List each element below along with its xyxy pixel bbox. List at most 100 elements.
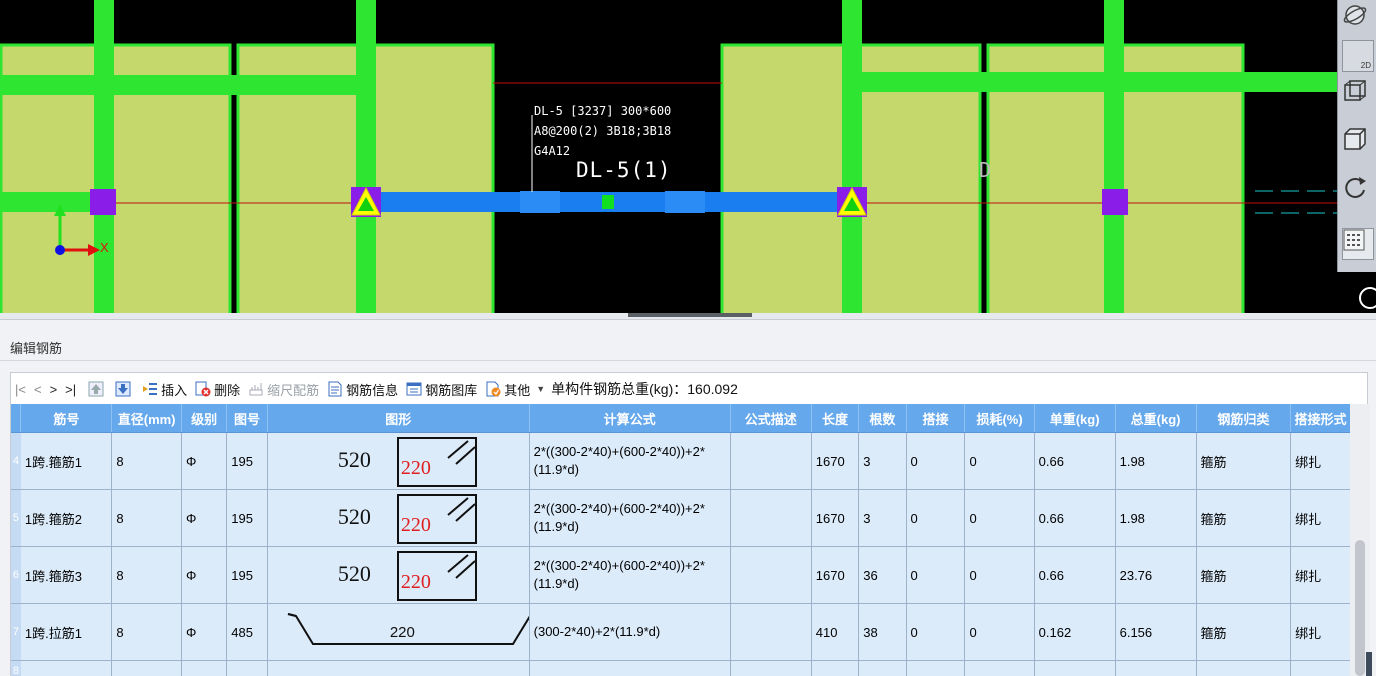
loss-cell[interactable]: 0 <box>964 489 1035 547</box>
first-record-button[interactable]: |< <box>11 382 30 397</box>
total-weight-cell[interactable]: 1.98 <box>1115 432 1197 490</box>
category-cell[interactable]: 箍筋 <box>1196 603 1292 661</box>
rebar-grid[interactable]: 筋号 直径(mm) 级别 图号 图形 计算公式 公式描述 长度 根数 搭接 损耗… <box>10 404 1351 676</box>
total-weight-cell[interactable]: 23.76 <box>1115 546 1197 604</box>
move-up-button[interactable] <box>88 381 107 397</box>
grade-cell[interactable]: Φ <box>181 546 228 604</box>
column-header[interactable]: 图形 <box>267 404 530 433</box>
unit-weight-cell[interactable]: 0.162 <box>1034 603 1116 661</box>
diameter-cell[interactable] <box>111 660 182 676</box>
category-cell[interactable]: 箍筋 <box>1196 432 1292 490</box>
length-cell[interactable]: 1670 <box>811 489 860 547</box>
scrollbar-thumb[interactable] <box>1355 540 1365 676</box>
count-cell[interactable]: 36 <box>858 546 907 604</box>
diameter-cell[interactable]: 8 <box>111 489 182 547</box>
column-header[interactable]: 长度 <box>811 404 860 433</box>
column-marker[interactable] <box>1102 189 1128 215</box>
loss-cell[interactable]: 0 <box>964 432 1035 490</box>
loss-cell[interactable]: 0 <box>964 603 1035 661</box>
table-row[interactable]: 6 1跨.箍筋3 8 Φ 195 520 220 2*((300-2*40)+(600-2*4… <box>11 546 1351 604</box>
table-row[interactable]: 8 <box>11 660 1351 676</box>
lap-type-cell[interactable]: 绑扎 <box>1290 603 1351 661</box>
table-row[interactable]: 7 1跨.拉筋1 8 Φ 485 220 (300-2*40)+2*(11.9*d) 410 3… <box>11 603 1351 661</box>
view-2d-button[interactable]: 2D <box>1342 40 1374 72</box>
unit-weight-cell[interactable]: 0.66 <box>1034 432 1116 490</box>
name-cell[interactable]: 1跨.箍筋2 <box>20 489 113 547</box>
column-header[interactable]: 级别 <box>181 404 228 433</box>
column-header[interactable]: 搭接形式 <box>1290 404 1351 433</box>
desc-cell[interactable] <box>730 603 812 661</box>
desc-cell[interactable] <box>730 432 812 490</box>
column-header[interactable]: 筋号 <box>20 404 113 433</box>
cad-drawing[interactable] <box>0 0 1376 313</box>
panel-splitter[interactable] <box>0 313 1376 320</box>
diameter-cell[interactable]: 8 <box>111 546 182 604</box>
length-cell[interactable]: 410 <box>811 603 860 661</box>
scrollbar-grip[interactable] <box>1366 652 1372 676</box>
lap-cell[interactable]: 0 <box>906 432 966 490</box>
column-header[interactable]: 根数 <box>858 404 907 433</box>
shape-no-cell[interactable]: 485 <box>226 603 268 661</box>
shape-cell[interactable]: 520 220 <box>267 432 530 490</box>
scale-rebar-button[interactable]: 缩尺配筋 <box>248 380 319 399</box>
other-menu-button[interactable]: 其他 ▼ <box>485 380 545 399</box>
count-cell[interactable]: 38 <box>858 603 907 661</box>
count-cell[interactable]: 3 <box>858 432 907 490</box>
display-settings-icon[interactable] <box>1342 228 1374 260</box>
row-number[interactable]: 5 <box>11 489 21 547</box>
unit-weight-cell[interactable]: 0.66 <box>1034 546 1116 604</box>
next-record-button[interactable]: > <box>46 382 62 397</box>
grade-cell[interactable]: Φ <box>181 489 228 547</box>
total-weight-cell[interactable] <box>1115 660 1197 676</box>
desc-cell[interactable] <box>730 546 812 604</box>
orbit-icon[interactable] <box>1342 2 1372 32</box>
column-header[interactable]: 总重(kg) <box>1115 404 1197 433</box>
shape-no-cell[interactable]: 195 <box>226 432 268 490</box>
cube-3d-icon[interactable] <box>1342 78 1372 108</box>
cad-viewport[interactable]: DL-5 [3237] 300*600 A8@200(2) 3B18;3B18 … <box>0 0 1376 313</box>
cube-solid-icon[interactable] <box>1342 126 1372 156</box>
formula-cell[interactable]: 2*((300-2*40)+(600-2*40))+2*(11.9*d) <box>529 432 731 490</box>
diameter-cell[interactable]: 8 <box>111 432 182 490</box>
column-header[interactable]: 单重(kg) <box>1034 404 1116 433</box>
lap-cell[interactable]: 0 <box>906 546 966 604</box>
insert-button[interactable]: 插入 <box>142 380 187 399</box>
total-weight-cell[interactable]: 1.98 <box>1115 489 1197 547</box>
shape-no-cell[interactable]: 195 <box>226 546 268 604</box>
formula-cell[interactable]: 2*((300-2*40)+(600-2*40))+2*(11.9*d) <box>529 489 731 547</box>
row-number[interactable]: 7 <box>11 603 21 661</box>
lap-type-cell[interactable]: 绑扎 <box>1290 432 1351 490</box>
name-cell[interactable] <box>20 660 113 676</box>
column-header[interactable]: 钢筋归类 <box>1196 404 1292 433</box>
lap-cell[interactable] <box>906 660 966 676</box>
delete-button[interactable]: 删除 <box>195 380 240 399</box>
desc-cell[interactable] <box>730 489 812 547</box>
unit-weight-cell[interactable]: 0.66 <box>1034 489 1116 547</box>
formula-cell[interactable]: (300-2*40)+2*(11.9*d) <box>529 603 731 661</box>
lap-cell[interactable]: 0 <box>906 603 966 661</box>
lap-type-cell[interactable]: 绑扎 <box>1290 546 1351 604</box>
category-cell[interactable]: 箍筋 <box>1196 546 1292 604</box>
shape-cell[interactable]: 520 220 <box>267 489 530 547</box>
column-header[interactable]: 损耗(%) <box>964 404 1035 433</box>
category-cell[interactable]: 箍筋 <box>1196 489 1292 547</box>
name-cell[interactable]: 1跨.箍筋1 <box>20 432 113 490</box>
formula-cell[interactable]: 2*((300-2*40)+(600-2*40))+2*(11.9*d) <box>529 546 731 604</box>
splitter-grip[interactable] <box>628 313 752 317</box>
grid-vertical-scrollbar[interactable] <box>1350 404 1370 676</box>
name-cell[interactable]: 1跨.箍筋3 <box>20 546 113 604</box>
table-row[interactable]: 5 1跨.箍筋2 8 Φ 195 520 220 2*((300-2*40)+(600-2*4… <box>11 489 1351 547</box>
formula-cell[interactable] <box>529 660 731 676</box>
shape-cell[interactable]: 520 220 <box>267 546 530 604</box>
shape-cell[interactable] <box>267 660 530 676</box>
name-cell[interactable]: 1跨.拉筋1 <box>20 603 113 661</box>
desc-cell[interactable] <box>730 660 812 676</box>
diameter-cell[interactable]: 8 <box>111 603 182 661</box>
table-row[interactable]: 4 1跨.箍筋1 8 Φ 195 520 220 2*((300-2*40)+(600-2*4… <box>11 432 1351 490</box>
grade-cell[interactable]: Φ <box>181 432 228 490</box>
column-header[interactable]: 图号 <box>226 404 268 433</box>
total-weight-cell[interactable]: 6.156 <box>1115 603 1197 661</box>
rebar-library-button[interactable]: 钢筋图库 <box>406 380 477 399</box>
grade-cell[interactable] <box>181 660 228 676</box>
grade-cell[interactable]: Φ <box>181 603 228 661</box>
